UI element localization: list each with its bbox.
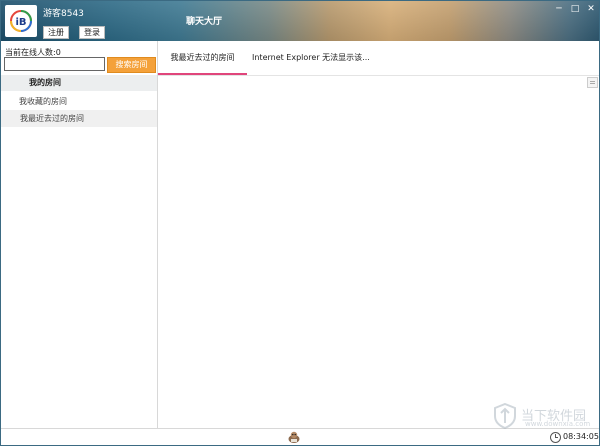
mascot-icon[interactable] [287,430,301,444]
clock-time: 08:34:05 [563,432,599,441]
register-button[interactable]: 注册 [43,26,69,39]
sidebar-item-favorites[interactable]: 我收藏的房间 [1,93,157,110]
title-bar: iB 游客8543 注册 登录 聊天大厅 ─ □ ✕ [1,1,599,41]
close-icon[interactable]: ✕ [586,4,596,14]
clock-icon [550,432,561,443]
search-room-button[interactable]: 搜索房间 [107,57,156,73]
tab-recent-rooms[interactable]: 我最近去过的房间 [158,41,247,75]
app-logo: iB [5,5,37,37]
tab-bar: 我最近去过的房间 Internet Explorer 无法显示该... [158,41,599,76]
watermark-url: www.downxia.com [525,420,591,428]
minimize-icon[interactable]: ─ [554,4,564,14]
my-rooms-heading: 我的房间 [1,75,157,91]
main-panel: 我最近去过的房间 Internet Explorer 无法显示该... [158,41,599,428]
tab-ie-error[interactable]: Internet Explorer 无法显示该... [252,41,370,75]
search-input[interactable] [4,57,105,71]
status-bar: 08:34:05 [1,428,599,445]
app-window: iB 游客8543 注册 登录 聊天大厅 ─ □ ✕ 当前在线人数:0 搜索房间… [0,0,600,446]
svg-text:iB: iB [15,17,26,28]
scroll-handle[interactable] [587,77,598,88]
maximize-icon[interactable]: □ [570,4,580,14]
sidebar-item-recent[interactable]: 我最近去过的房间 [1,110,157,127]
page-title: 聊天大厅 [186,17,223,27]
shield-logo-icon [494,403,516,429]
ib-logo-icon: iB [10,10,32,32]
sidebar: 当前在线人数:0 搜索房间 我的房间 我收藏的房间 我最近去过的房间 [1,41,158,428]
login-button[interactable]: 登录 [79,26,105,39]
username: 游客8543 [43,9,84,19]
watermark: 当下软件园 www.downxia.com [491,402,591,430]
